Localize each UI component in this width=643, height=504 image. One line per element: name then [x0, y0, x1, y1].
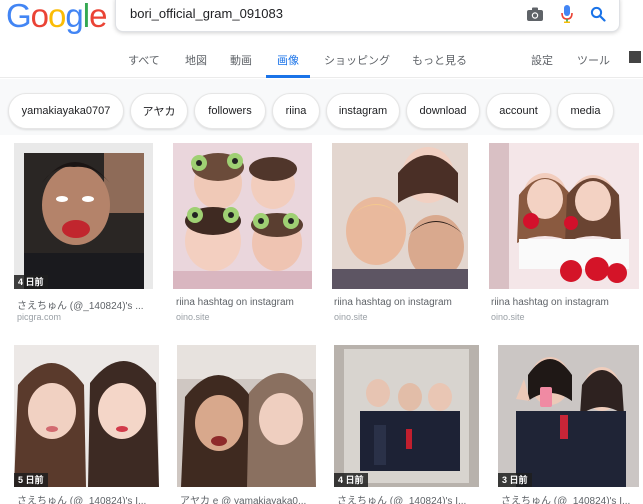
camera-icon[interactable] — [525, 4, 545, 24]
date-badge: 4 日前 — [334, 473, 368, 487]
result-title[interactable]: riina hashtag on instagram — [491, 297, 639, 308]
search-icon[interactable] — [588, 4, 608, 24]
logo-letter: o — [30, 0, 49, 34]
tab-tools[interactable]: ツール — [577, 52, 610, 68]
result-source[interactable]: oino.site — [334, 312, 368, 322]
logo-letter: e — [89, 0, 107, 34]
logo-letter: g — [65, 0, 83, 34]
search-box[interactable]: bori_official_gram_091083 — [115, 0, 620, 32]
result-title[interactable]: さえちゅん (@_140824)'s I... — [501, 492, 639, 504]
tab-all[interactable]: すべて — [128, 52, 160, 68]
chip-account[interactable]: account — [486, 93, 551, 129]
chip-instagram[interactable]: instagram — [326, 93, 400, 129]
result-thumbnail[interactable] — [489, 143, 639, 289]
tab-shopping[interactable]: ショッピング — [324, 52, 390, 68]
result-title[interactable]: riina hashtag on instagram — [176, 297, 311, 308]
search-input[interactable]: bori_official_gram_091083 — [130, 6, 283, 21]
chip-riina[interactable]: riina — [272, 93, 320, 129]
chip-followers[interactable]: followers — [194, 93, 266, 129]
date-badge: 4 日前 — [14, 275, 48, 289]
chip-yamakiayaka0707[interactable]: yamakiayaka0707 — [8, 93, 124, 129]
google-logo[interactable]: Google — [6, 0, 107, 34]
chip-media[interactable]: media — [557, 93, 614, 129]
tab-maps[interactable]: 地図 — [185, 52, 207, 68]
result-thumbnail[interactable]: 4 日前 — [14, 143, 153, 289]
bookmark-icon[interactable] — [629, 51, 641, 63]
result-source[interactable]: oino.site — [176, 312, 210, 322]
result-title[interactable]: アヤカ e @ yamakiayaka0... — [180, 492, 316, 504]
related-searches-bar: yamakiayaka0707 アヤカ followers riina inst… — [0, 79, 643, 135]
result-thumbnail[interactable] — [173, 143, 312, 289]
tab-more[interactable]: もっと見る — [412, 52, 467, 68]
result-title[interactable]: さえちゅん (@_140824)'s I... — [337, 492, 479, 504]
active-tab-indicator — [266, 75, 310, 78]
result-thumbnail[interactable] — [177, 345, 316, 487]
result-title[interactable]: riina hashtag on instagram — [334, 297, 469, 308]
result-thumbnail[interactable]: 3 日前 — [498, 345, 639, 487]
result-title[interactable]: さえちゅん (@_140824)'s I... — [17, 492, 159, 504]
date-badge: 5 日前 — [14, 473, 48, 487]
result-thumbnail[interactable]: 4 日前 — [334, 345, 479, 487]
logo-letter: o — [48, 0, 66, 34]
chip-ayaka[interactable]: アヤカ — [130, 93, 188, 129]
tab-videos[interactable]: 動画 — [230, 52, 252, 68]
result-thumbnail[interactable] — [332, 143, 468, 289]
google-image-results-page: Google bori_official_gram_091083 すべて 地図 … — [0, 0, 643, 504]
result-source[interactable]: oino.site — [491, 312, 525, 322]
chip-download[interactable]: download — [406, 93, 480, 129]
logo-letter: G — [6, 0, 32, 34]
search-tabs: すべて 地図 動画 画像 ショッピング もっと見る 設定 ツール — [0, 44, 643, 78]
result-source[interactable]: picgra.com — [17, 312, 61, 322]
date-badge: 3 日前 — [498, 473, 532, 487]
mic-icon[interactable] — [557, 4, 577, 24]
result-thumbnail[interactable]: 5 日前 — [14, 345, 159, 487]
tab-settings[interactable]: 設定 — [531, 52, 553, 68]
result-title[interactable]: さえちゅん (@_140824)'s ... — [17, 297, 152, 312]
tab-images[interactable]: 画像 — [277, 52, 299, 68]
